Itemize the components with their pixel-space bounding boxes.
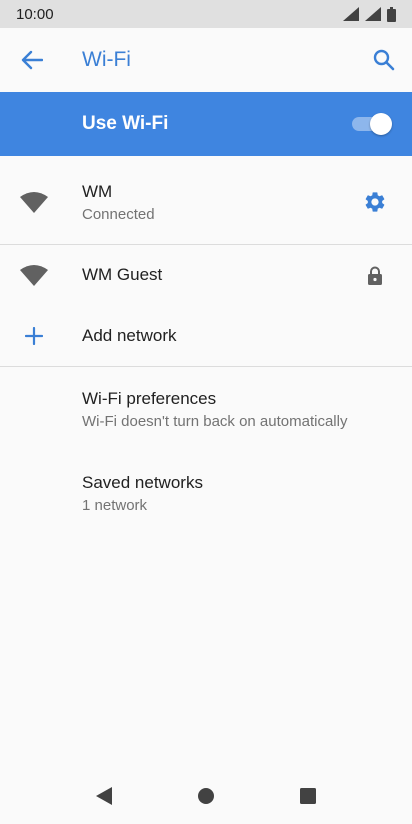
- wifi-preferences-subtitle: Wi-Fi doesn't turn back on automatically: [82, 412, 348, 430]
- back-button[interactable]: [0, 28, 64, 92]
- status-time: 10:00: [16, 5, 54, 23]
- home-circle-icon: [198, 788, 214, 804]
- wifi-preferences-text: Wi-Fi preferences Wi-Fi doesn't turn bac…: [82, 389, 412, 430]
- network-name: WM Guest: [82, 265, 163, 284]
- nav-back-button[interactable]: [92, 784, 116, 808]
- lock-icon: [368, 266, 382, 285]
- wifi-icon: [20, 265, 48, 286]
- network-text: WM Connected: [82, 182, 338, 223]
- network-status: Connected: [82, 205, 155, 223]
- nav-recents-button[interactable]: [296, 784, 320, 808]
- nav-home-button[interactable]: [194, 784, 218, 808]
- network-text: WM Guest: [82, 265, 338, 285]
- saved-networks-row[interactable]: Saved networks 1 network: [0, 451, 412, 535]
- search-button[interactable]: [356, 28, 412, 92]
- status-icons: [343, 6, 396, 22]
- nav-bar: [0, 768, 412, 824]
- network-row-wm-guest[interactable]: WM Guest: [0, 245, 412, 305]
- search-icon: [373, 49, 395, 71]
- wifi-preferences-row[interactable]: Wi-Fi preferences Wi-Fi doesn't turn bac…: [0, 367, 412, 451]
- arrow-back-icon: [21, 50, 43, 70]
- use-wifi-label: Use Wi-Fi: [82, 113, 169, 134]
- add-icon-container: [0, 327, 68, 345]
- wifi-preferences-title: Wi-Fi preferences: [82, 388, 217, 408]
- page-title: Wi-Fi: [82, 48, 131, 71]
- network-name: WM: [82, 181, 113, 201]
- add-network-label: Add network: [82, 326, 177, 345]
- app-bar: Wi-Fi: [0, 28, 412, 92]
- saved-networks-title: Saved networks: [82, 472, 203, 492]
- status-bar: 10:00: [0, 0, 412, 28]
- saved-networks-text: Saved networks 1 network: [82, 473, 412, 514]
- back-triangle-icon: [96, 787, 112, 805]
- battery-icon: [387, 6, 396, 22]
- network-settings-button[interactable]: [338, 190, 412, 214]
- toggle-thumb: [370, 113, 392, 135]
- add-network-row[interactable]: Add network: [0, 306, 412, 366]
- wifi-icon: [20, 192, 48, 213]
- use-wifi-switch-row[interactable]: Use Wi-Fi: [0, 92, 412, 156]
- network-icon-container: [0, 264, 68, 286]
- use-wifi-toggle[interactable]: [348, 112, 392, 136]
- network-row-wm[interactable]: WM Connected: [0, 160, 412, 244]
- plus-icon: [25, 327, 43, 345]
- saved-networks-subtitle: 1 network: [82, 496, 148, 514]
- recents-square-icon: [300, 788, 316, 804]
- add-network-text: Add network: [82, 326, 412, 346]
- network-secured-indicator: [338, 266, 412, 285]
- gear-icon: [365, 192, 385, 212]
- cell-signal-icon: [365, 7, 381, 21]
- wifi-signal-icon: [343, 7, 359, 21]
- network-icon-container: [0, 191, 68, 213]
